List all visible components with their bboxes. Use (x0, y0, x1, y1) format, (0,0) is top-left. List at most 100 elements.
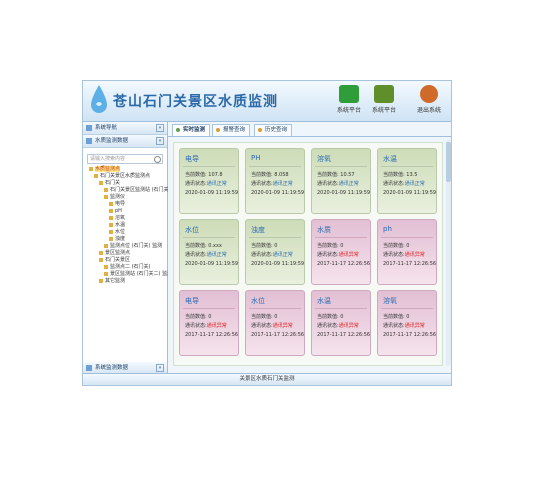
comm-status-value: 通讯异常 (404, 323, 425, 329)
folder-icon (109, 222, 113, 227)
tree-node-label: 石门关景区监测站 (石门关) (110, 187, 171, 193)
user-exit-icon (420, 85, 438, 103)
tree-node[interactable]: 监测仪 (83, 194, 167, 201)
sensor-card[interactable]: 水位 当前数值: 0.xxx 通讯状态:通讯正常 2020-01-09 11:19:5… (179, 219, 239, 285)
folder-icon (89, 166, 93, 171)
tree-node[interactable]: 水温 (83, 222, 167, 229)
folder-icon (104, 264, 108, 269)
tree-node-label: 电导 (115, 201, 126, 207)
collapse-toggle-icon[interactable]: « (156, 124, 164, 132)
sensor-card[interactable]: PH 当前数值: 8.058 通讯状态:通讯正常 2020-01-09 11:19:5… (245, 148, 305, 214)
update-timestamp: 2020-01-09 11:19:59 (317, 190, 371, 196)
tab-history-query[interactable]: 历史查询 (254, 124, 293, 136)
sensor-card-title: 水位 (185, 226, 199, 234)
org-platform-button[interactable]: 系统平台 (368, 85, 400, 117)
folder-icon (109, 229, 113, 234)
data-panel-icon (86, 138, 92, 144)
comm-status-value: 通讯正常 (206, 181, 227, 187)
system-platform-button[interactable]: 系统平台 (333, 85, 365, 117)
app-title: 苍山石门关景区水质监测 (113, 94, 278, 110)
current-value: 当前数值: 10.57 (317, 172, 355, 178)
tree-node[interactable]: 景区监测点 (83, 250, 167, 257)
tree-node-label: pH (115, 208, 122, 214)
comm-status-value: 通讯异常 (404, 252, 425, 258)
tree-node[interactable]: pH (83, 208, 167, 215)
collapse-toggle-icon[interactable]: « (156, 137, 164, 145)
sensor-card[interactable]: 电导 当前数值: 0 通讯状态:通讯异常 2017-11-17 12:26:56 (179, 290, 239, 356)
tree-node-label: 景区监测点 (105, 250, 131, 256)
tree-node[interactable]: 景区监测站 (石门关二) 监测 (83, 271, 172, 278)
comm-status-label: 通讯状态: (185, 323, 207, 329)
sensor-card[interactable]: 电导 当前数值: 107.8 通讯状态:通讯正常 2020-01-09 11:19:5… (179, 148, 239, 214)
comm-status-label: 通讯状态: (251, 323, 273, 329)
expand-toggle-icon[interactable]: » (156, 364, 164, 372)
search-icon[interactable] (154, 156, 161, 163)
tree-search-input[interactable]: 请输入搜索内容 (87, 154, 163, 164)
tree-node[interactable]: 水位 (83, 229, 167, 236)
tab-realtime[interactable]: 实时监测 (172, 124, 211, 136)
sensor-card-title: 溶氧 (383, 297, 397, 305)
tree-node[interactable]: 监测点位 (石门关) 监测 (83, 243, 167, 250)
card-divider (315, 166, 367, 167)
scrollbar-thumb[interactable] (446, 142, 451, 182)
comm-status: 通讯状态:通讯异常 (180, 322, 238, 331)
sensor-card[interactable]: 水温 当前数值: 13.5 通讯状态:通讯正常 2020-01-09 11:19:59 (377, 148, 437, 214)
realtime-icon (176, 128, 180, 132)
sensor-card[interactable]: 溶氧 当前数值: 0 通讯状态:通讯异常 2017-11-17 12:26:56 (377, 290, 437, 356)
sidebar: 系统导航 « 水质监测数据 « 请输入搜索内容 水质监测点 石门关景区水质监测点石… (83, 122, 172, 375)
tree-node[interactable]: 水质监测点 (83, 166, 167, 173)
current-value: 当前数值: 0 (251, 243, 278, 249)
comm-status: 通讯状态:通讯正常 (180, 251, 238, 260)
tree-node[interactable]: 溶氧 (83, 215, 167, 222)
sensor-card[interactable]: 水温 当前数值: 0 通讯状态:通讯异常 2017-11-17 12:26:56 (311, 290, 371, 356)
tree-node[interactable]: 其它监测 (83, 278, 167, 285)
tree-node[interactable]: 浊度 (83, 236, 167, 243)
sensor-card[interactable]: 水质 当前数值: 0 通讯状态:通讯异常 2017-11-17 12:26:56 (311, 219, 371, 285)
update-timestamp: 2017-11-17 12:26:56 (383, 332, 437, 338)
tree-node[interactable]: 石门关景区监测站 (石门关) (83, 187, 171, 194)
folder-icon (99, 278, 103, 283)
tree-node[interactable]: 石门关景区 (83, 257, 167, 264)
tree-node-label: 石门关景区 (105, 257, 131, 263)
card-divider (249, 237, 301, 238)
folder-icon (109, 201, 113, 206)
sensor-card[interactable]: 溶氧 当前数值: 10.57 通讯状态:通讯正常 2020-01-09 11:19:5… (311, 148, 371, 214)
tab-alarm-query[interactable]: 报警查询 (212, 124, 251, 136)
tree-node[interactable]: 石门关 (83, 180, 167, 187)
folder-icon (109, 208, 113, 213)
tree-node[interactable]: 监测点二 (石门关) (83, 264, 167, 271)
comm-status: 通讯状态:通讯异常 (312, 251, 370, 260)
sensor-card-title: PH (251, 154, 261, 162)
sensor-card[interactable]: ph 当前数值: 0 通讯状态:通讯异常 2017-11-17 12:26:56 (377, 219, 437, 285)
comm-status: 通讯状态:通讯异常 (378, 322, 436, 331)
comm-status: 通讯状态:通讯正常 (180, 180, 238, 189)
app-header: 苍山石门关景区水质监测 系统平台 系统平台 退出系统 (83, 81, 451, 122)
comm-status: 通讯状态:通讯异常 (312, 322, 370, 331)
logout-button[interactable]: 退出系统 (413, 85, 445, 117)
sensor-card-title: 水质 (317, 226, 331, 234)
nav-panel-header[interactable]: 系统导航 « (83, 122, 167, 135)
sensor-card-title: 水温 (383, 155, 397, 163)
tree-node-label: 石门关 (105, 180, 121, 186)
tree-node-label: 景区监测站 (石门关二) 监测 (110, 271, 173, 277)
sensor-card-title: 电导 (185, 155, 199, 163)
sensor-card[interactable]: 浊度 当前数值: 0 通讯状态:通讯正常 2020-01-09 11:19:59 (245, 219, 305, 285)
tree-node[interactable]: 电导 (83, 201, 167, 208)
comm-status-value: 通讯异常 (206, 323, 227, 329)
alarm-icon (216, 128, 220, 132)
current-value: 当前数值: 13.5 (383, 172, 418, 178)
data-panel-header[interactable]: 水质监测数据 « (83, 135, 167, 148)
sensor-card-grid: 电导 当前数值: 107.8 通讯状态:通讯正常 2020-01-09 11:19:5… (173, 142, 443, 366)
org-chart-icon (374, 85, 394, 103)
current-value: 当前数值: 107.8 (185, 172, 223, 178)
vertical-scrollbar[interactable] (446, 140, 451, 366)
tree-node[interactable]: 石门关景区水质监测点 (83, 173, 167, 180)
sensor-card[interactable]: 水位 当前数值: 0 通讯状态:通讯异常 2017-11-17 12:26:56 (245, 290, 305, 356)
update-timestamp: 2017-11-17 12:26:56 (317, 261, 371, 267)
comm-status-label: 通讯状态: (185, 181, 207, 187)
card-divider (183, 166, 235, 167)
comm-status-value: 通讯正常 (206, 252, 227, 258)
comm-status-value: 通讯正常 (272, 252, 293, 258)
current-value: 当前数值: 0 (317, 314, 344, 320)
update-timestamp: 2020-01-09 11:19:59 (185, 261, 239, 267)
